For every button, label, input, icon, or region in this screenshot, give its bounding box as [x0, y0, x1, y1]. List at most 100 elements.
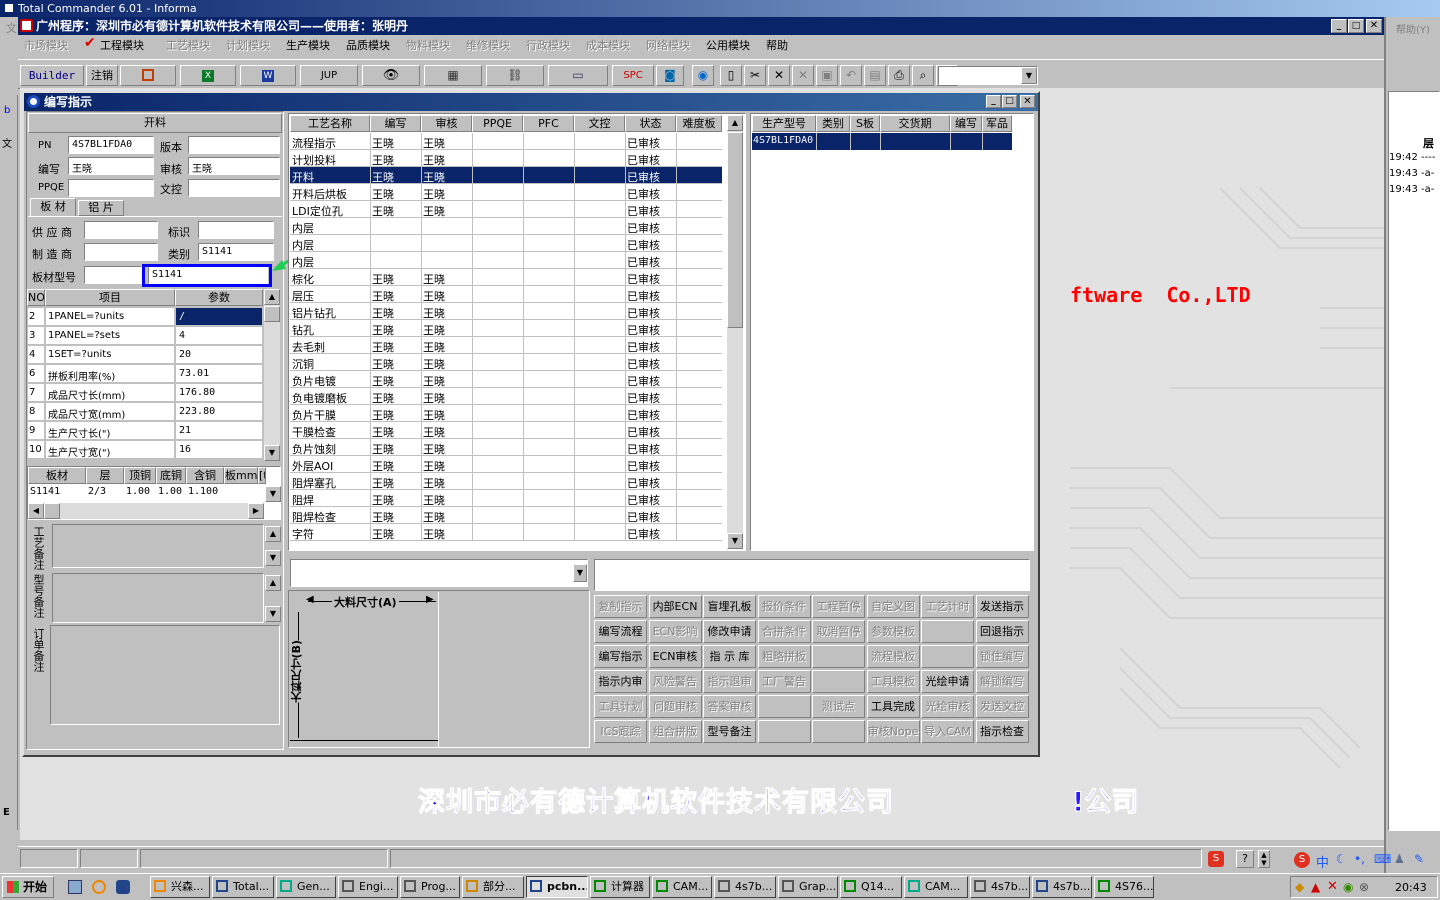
action-button[interactable]: 编写流程 — [594, 620, 647, 643]
spc-button[interactable]: SPC — [612, 65, 654, 86]
process-header[interactable]: 难度板 — [676, 115, 722, 132]
tray-icon[interactable]: ◆ — [1295, 880, 1304, 894]
tab-board-material[interactable]: 板 材 — [30, 198, 76, 216]
action-button[interactable]: 参数模板 — [866, 620, 920, 643]
process-header[interactable]: 状态 — [625, 115, 676, 132]
save-icon[interactable]: ▣ — [816, 65, 838, 86]
quick-launch-desktop-icon[interactable] — [68, 880, 82, 894]
status-s-icon[interactable]: S — [1208, 851, 1224, 867]
ime-s-icon[interactable]: S — [1294, 852, 1310, 868]
action-button[interactable]: 合拼条件 — [757, 620, 811, 643]
process-header[interactable]: 工艺名称 — [290, 115, 370, 132]
left-strip-label[interactable]: b — [4, 105, 10, 116]
action-button[interactable]: 光绘审核 — [921, 695, 974, 718]
params-row-value[interactable]: 73.01 — [175, 364, 263, 383]
menu-item[interactable]: ✔ 工程模块 — [84, 35, 144, 53]
process-header[interactable]: 编写 — [370, 115, 421, 132]
board-cell[interactable]: S1141 — [30, 486, 86, 497]
word-icon[interactable]: W — [240, 65, 296, 86]
process-scroll-down-icon[interactable]: ▼ — [727, 533, 743, 549]
ime-punct-icon[interactable]: •, — [1354, 852, 1365, 866]
child-maximize-icon[interactable]: □ — [1002, 95, 1017, 108]
process-scroll-up-icon[interactable]: ▲ — [727, 115, 743, 131]
model-header[interactable]: 军品 — [982, 115, 1012, 132]
action-button[interactable]: 光绘申请 — [921, 670, 974, 693]
logout-button[interactable]: 注销 — [86, 65, 118, 86]
process-header[interactable]: PFC — [523, 115, 574, 132]
tray-icon[interactable]: ◉ — [1343, 880, 1353, 894]
craft-note-field[interactable] — [52, 524, 264, 568]
find-icon[interactable]: ⌕ — [912, 65, 934, 86]
quick-launch-app-icon[interactable] — [116, 880, 130, 894]
process-header[interactable]: 审核 — [421, 115, 472, 132]
scroll-thumb[interactable] — [264, 306, 280, 322]
toolbar-combo[interactable]: ▼ — [938, 66, 1038, 85]
action-button[interactable]: 报价条件 — [757, 595, 811, 618]
action-button[interactable]: 锁住编写 — [975, 645, 1029, 668]
scroll-right-icon[interactable]: ▶ — [248, 503, 264, 519]
craft-note-down-icon[interactable]: ▼ — [265, 550, 281, 566]
report-icon[interactable] — [120, 65, 176, 86]
calculator-icon[interactable]: ▦ — [424, 65, 482, 86]
craft-note-up-icon[interactable]: ▲ — [265, 526, 281, 542]
action-button[interactable]: 内部ECN — [648, 595, 702, 618]
action-button[interactable]: 指示检查 — [975, 720, 1029, 743]
params-row-value[interactable]: 16 — [175, 440, 263, 459]
lower-text[interactable] — [594, 559, 1030, 591]
action-button[interactable]: 指 示 库 — [703, 645, 756, 668]
board-hscroll[interactable]: ◀ ▶ — [28, 503, 264, 519]
action-button[interactable]: 工程暂停 — [812, 595, 865, 618]
ime-chinese-icon[interactable]: 中 — [1316, 852, 1329, 871]
hscroll-thumb[interactable] — [44, 503, 60, 519]
model-note-field[interactable] — [52, 573, 264, 623]
cancel-icon[interactable]: ✕ — [792, 65, 814, 86]
status-spin-icon[interactable]: ▲ ▼ — [1258, 850, 1270, 868]
child-minimize-icon[interactable]: _ — [986, 95, 1001, 108]
action-button[interactable]: ECN审核 — [648, 645, 702, 668]
params-row-value[interactable]: 223.80 — [175, 402, 263, 421]
print-icon[interactable]: ⎙ — [888, 65, 910, 86]
chevron-down-icon[interactable]: ▼ — [1021, 67, 1037, 84]
ime-keyboard-icon[interactable]: ⌨ — [1374, 852, 1391, 866]
action-button[interactable]: 编写指示 — [594, 645, 647, 668]
action-button[interactable]: 发送文控 — [975, 695, 1029, 718]
supplier-field[interactable] — [84, 221, 158, 239]
model-note-up-icon[interactable]: ▲ — [265, 575, 281, 591]
action-button[interactable]: 自定义图 — [866, 595, 920, 618]
model-header[interactable]: S板 — [850, 115, 880, 132]
tray-icon[interactable]: ▲ — [1311, 880, 1320, 894]
outer-menu-fragment[interactable]: 文 — [6, 20, 17, 36]
left-strip-label[interactable]: E — [3, 807, 10, 818]
action-button[interactable]: 取消暂停 — [812, 620, 865, 643]
action-button[interactable]: ECN影响 — [648, 620, 702, 643]
action-button[interactable]: 流程模板 — [866, 645, 920, 668]
ime-user-icon[interactable]: ♟ — [1394, 852, 1405, 866]
left-strip-label[interactable]: 文 — [2, 135, 12, 150]
ime-tool-icon[interactable]: ✎ — [1414, 852, 1424, 866]
new-file-icon[interactable]: ▯ — [720, 65, 742, 86]
action-button[interactable]: 工厂警告 — [757, 670, 811, 693]
tab-aluminum[interactable]: 铝 片 — [78, 200, 124, 216]
action-button[interactable]: 导入CAM — [921, 720, 974, 743]
params-row-value[interactable]: / — [175, 307, 263, 326]
action-button[interactable]: 工具计划 — [594, 695, 647, 718]
process-scroll-thumb[interactable] — [727, 132, 743, 328]
editor-field[interactable]: 王晓 — [68, 157, 154, 175]
menu-item[interactable]: 公用模块 — [706, 37, 750, 53]
version-field[interactable] — [188, 136, 280, 154]
board-cell[interactable]: 1.00 — [126, 486, 156, 497]
pn-field[interactable]: 4S7BL1FDA0 — [68, 136, 154, 154]
params-scrollbar[interactable]: ▲ ▼ — [264, 289, 280, 461]
menu-item[interactable]: 行政模块 — [526, 37, 570, 53]
action-button[interactable]: 工具完成 — [866, 695, 920, 718]
menu-item[interactable]: 维修模块 — [466, 37, 510, 53]
action-button[interactable]: 指示退审 — [703, 670, 756, 693]
menu-item[interactable]: 市场模块 — [24, 37, 68, 53]
action-button[interactable]: 指示内审 — [594, 670, 647, 693]
right-panel-tab[interactable]: 层 — [1423, 135, 1434, 151]
cut-icon[interactable]: ✂ — [744, 65, 766, 86]
model-header[interactable]: 交货期 — [880, 115, 950, 132]
maximize-icon[interactable]: □ — [1348, 19, 1364, 33]
scroll-up-icon[interactable]: ▲ — [264, 289, 280, 305]
scroll-down-icon[interactable]: ▼ — [264, 445, 280, 461]
